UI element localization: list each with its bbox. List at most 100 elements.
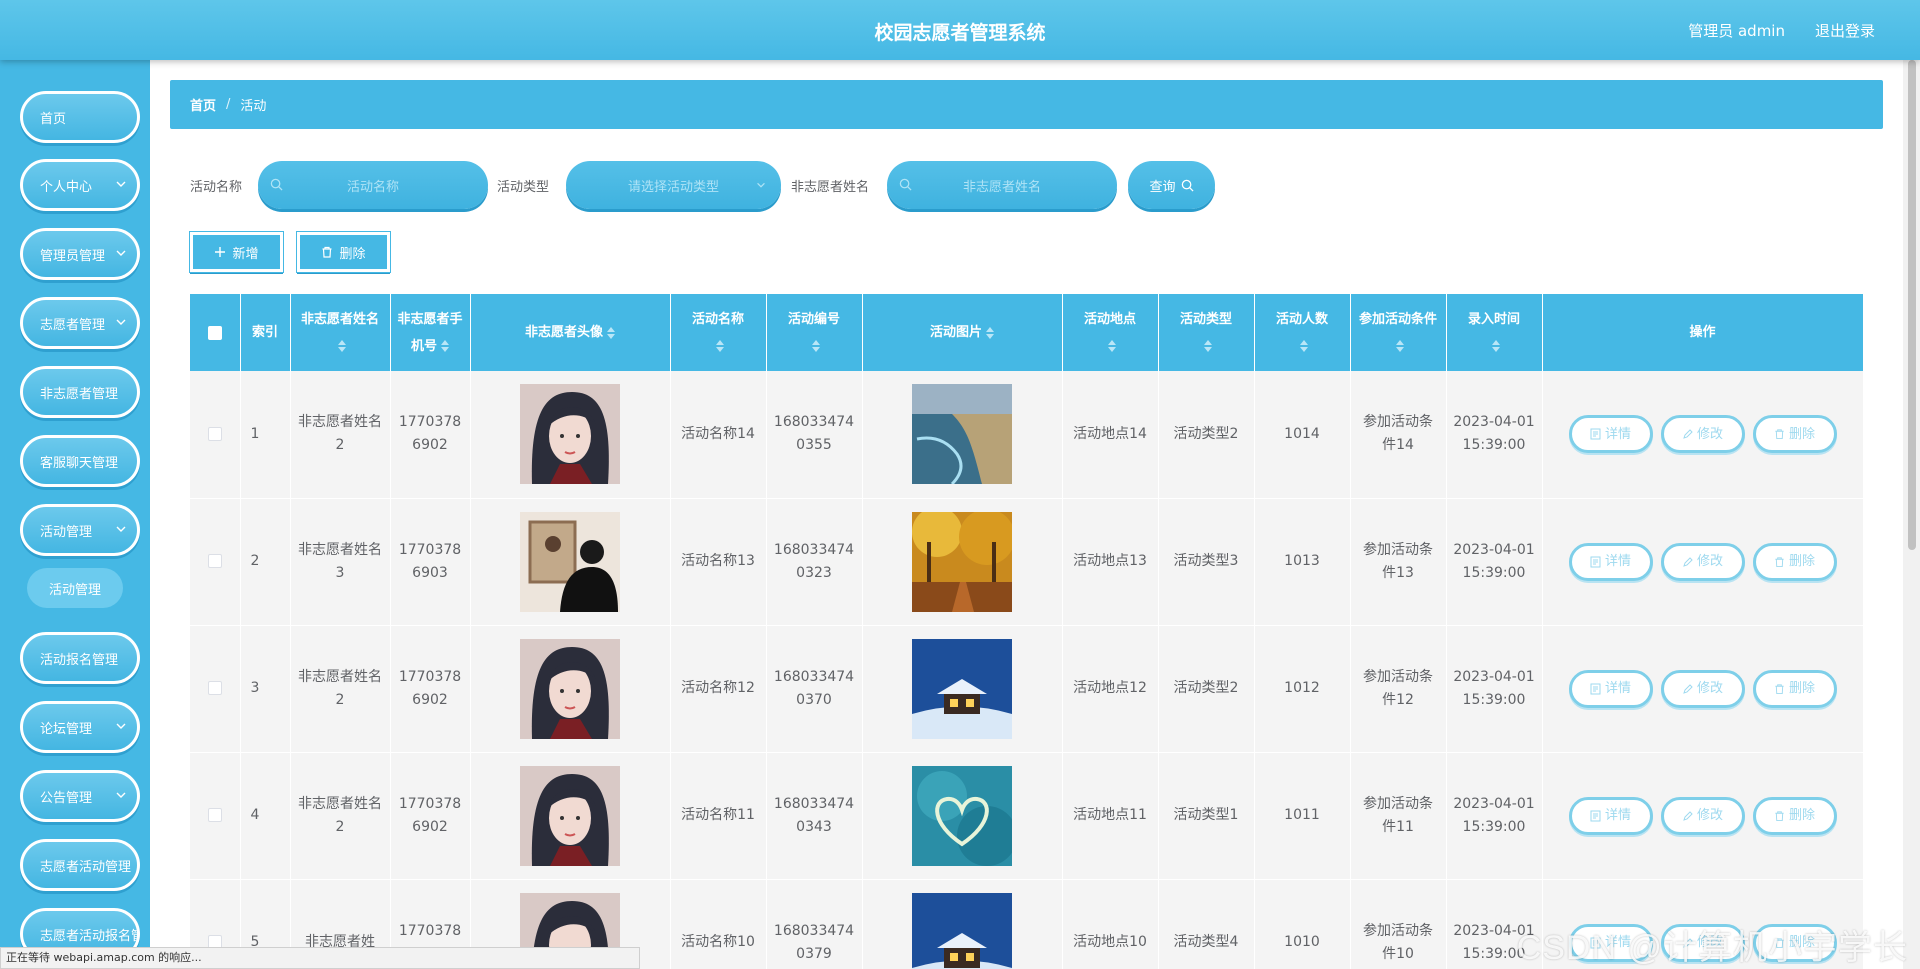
sidebar-item-activity[interactable]: 活动管理	[20, 504, 140, 556]
row-activity-name: 活动名称12	[670, 625, 767, 753]
row-activity-name: 活动名称14	[670, 371, 767, 499]
sidebar-item-home[interactable]: 首页	[20, 91, 140, 143]
add-button-label: 新增	[232, 246, 259, 262]
detail-button[interactable]: 详情	[1568, 542, 1653, 581]
sidebar-item-chat[interactable]: 客服聊天管理	[20, 435, 140, 487]
avatar-image	[520, 384, 620, 485]
sidebar-item-non-volunteer[interactable]: 非志愿者管理	[20, 366, 140, 418]
delete-button[interactable]: 删除	[1752, 542, 1837, 581]
row-condition: 参加活动条件11	[1350, 752, 1447, 880]
sort-icon[interactable]	[986, 326, 994, 339]
detail-button[interactable]: 详情	[1568, 796, 1653, 835]
activity-type-placeholder: 请选择活动类型	[627, 179, 719, 195]
add-button[interactable]: 新增	[189, 231, 284, 273]
sort-icon[interactable]	[812, 340, 820, 352]
sidebar-item-label: 志愿者活动报名管理	[40, 928, 137, 944]
col-header-phone[interactable]: 非志愿者手机号	[390, 294, 471, 371]
sidebar-item-forum[interactable]: 论坛管理	[20, 701, 140, 753]
edit-button[interactable]: 修改	[1660, 415, 1745, 454]
sort-icon[interactable]	[1396, 340, 1404, 352]
delete-button[interactable]: 删除	[1752, 669, 1837, 708]
row-checkbox[interactable]	[207, 426, 222, 441]
sidebar-item-label: 客服聊天管理	[40, 455, 119, 471]
row-activity-count: 1011	[1254, 752, 1351, 880]
plus-icon	[215, 247, 226, 257]
activity-image	[912, 638, 1012, 739]
row-activity-place: 活动地点11	[1062, 752, 1159, 880]
row-activity-type: 活动类型2	[1158, 371, 1255, 499]
edit-icon	[1683, 556, 1693, 567]
sidebar-item-volunteer[interactable]: 志愿者管理	[20, 297, 140, 349]
row-activity-image-cell	[862, 371, 1063, 499]
detail-button[interactable]: 详情	[1568, 669, 1653, 708]
row-select-cell	[190, 498, 241, 626]
row-checkbox[interactable]	[207, 554, 222, 568]
avatar-image	[520, 765, 620, 866]
row-select-cell	[190, 625, 241, 753]
col-header-time[interactable]: 录入时间	[1446, 294, 1543, 371]
col-header-activity-code[interactable]: 活动编号	[766, 294, 863, 371]
col-header-avatar[interactable]: 非志愿者头像	[470, 294, 671, 371]
delete-button[interactable]: 删除	[1752, 415, 1837, 454]
sidebar-item-profile[interactable]: 个人中心	[20, 159, 140, 211]
sort-icon[interactable]	[338, 340, 346, 352]
detail-button[interactable]: 详情	[1568, 415, 1653, 454]
edit-button[interactable]: 修改	[1660, 669, 1745, 708]
chevron-down-icon	[116, 526, 126, 532]
sort-icon[interactable]	[716, 340, 724, 352]
sort-icon[interactable]	[1108, 340, 1116, 352]
sidebar-item-notice[interactable]: 公告管理	[20, 770, 140, 822]
sort-icon[interactable]	[441, 340, 449, 352]
app-title: 校园志愿者管理系统	[874, 22, 1046, 44]
col-header-activity-type[interactable]: 活动类型	[1158, 294, 1255, 371]
sidebar-item-volunteer-activity[interactable]: 志愿者活动管理	[20, 839, 140, 891]
chevron-down-icon	[757, 182, 765, 188]
breadcrumb: 首页 / 活动	[170, 80, 1883, 129]
activity-type-label: 活动类型	[497, 180, 550, 195]
row-name: 非志愿者姓名2	[290, 752, 391, 880]
col-header-activity-image[interactable]: 活动图片	[862, 294, 1063, 371]
row-select-cell	[190, 371, 241, 499]
row-phone: 17703786902	[390, 752, 471, 880]
row-time: 2023-04-01 15:39:00	[1446, 371, 1543, 499]
scrollbar-thumb[interactable]	[1908, 60, 1916, 550]
select-all-cell	[190, 294, 241, 371]
row-checkbox[interactable]	[207, 808, 222, 822]
select-all-checkbox[interactable]	[207, 325, 222, 340]
col-header-condition[interactable]: 参加活动条件	[1350, 294, 1447, 371]
col-header-activity-place[interactable]: 活动地点	[1062, 294, 1159, 371]
logout-link[interactable]: 退出登录	[1815, 20, 1875, 41]
sort-icon[interactable]	[607, 326, 615, 339]
edit-button[interactable]: 修改	[1660, 542, 1745, 581]
chevron-down-icon	[116, 250, 126, 256]
activity-image	[912, 892, 1012, 969]
col-header-name[interactable]: 非志愿者姓名	[290, 294, 391, 371]
sort-icon[interactable]	[1300, 340, 1308, 352]
row-activity-type: 活动类型1	[1158, 752, 1255, 880]
sidebar-item-admin[interactable]: 管理员管理	[20, 228, 140, 280]
sidebar-item-label: 非志愿者管理	[40, 386, 119, 402]
edit-button[interactable]: 修改	[1660, 796, 1745, 835]
activity-type-select[interactable]: 请选择活动类型	[566, 161, 781, 209]
submenu-item-activity[interactable]: 活动管理	[27, 568, 123, 608]
row-phone: 17703786903	[390, 498, 471, 626]
page-scrollbar[interactable]	[1903, 60, 1920, 969]
row-actions: 详情 修改 删除	[1542, 371, 1864, 499]
document-icon	[1590, 428, 1601, 440]
sort-icon[interactable]	[1492, 340, 1500, 352]
row-activity-count: 1010	[1254, 879, 1351, 969]
row-activity-name: 活动名称13	[670, 498, 767, 626]
activity-table: 索引 非志愿者姓名 非志愿者手机号 非志愿者头像 活动名称 活动编号 活动图片 …	[190, 294, 1864, 969]
row-index: 4	[240, 752, 291, 880]
query-button[interactable]: 查询	[1128, 161, 1215, 209]
person-name-input[interactable]: 非志愿者姓名	[887, 161, 1117, 209]
batch-delete-button[interactable]: 删除	[296, 231, 391, 273]
row-checkbox[interactable]	[207, 681, 222, 695]
delete-button[interactable]: 删除	[1752, 796, 1837, 835]
sort-icon[interactable]	[1204, 340, 1212, 352]
activity-name-input[interactable]: 活动名称	[258, 161, 488, 209]
breadcrumb-home[interactable]: 首页	[190, 95, 216, 114]
sidebar-item-signup[interactable]: 活动报名管理	[20, 632, 140, 684]
col-header-activity-count[interactable]: 活动人数	[1254, 294, 1351, 371]
col-header-activity-name[interactable]: 活动名称	[670, 294, 767, 371]
